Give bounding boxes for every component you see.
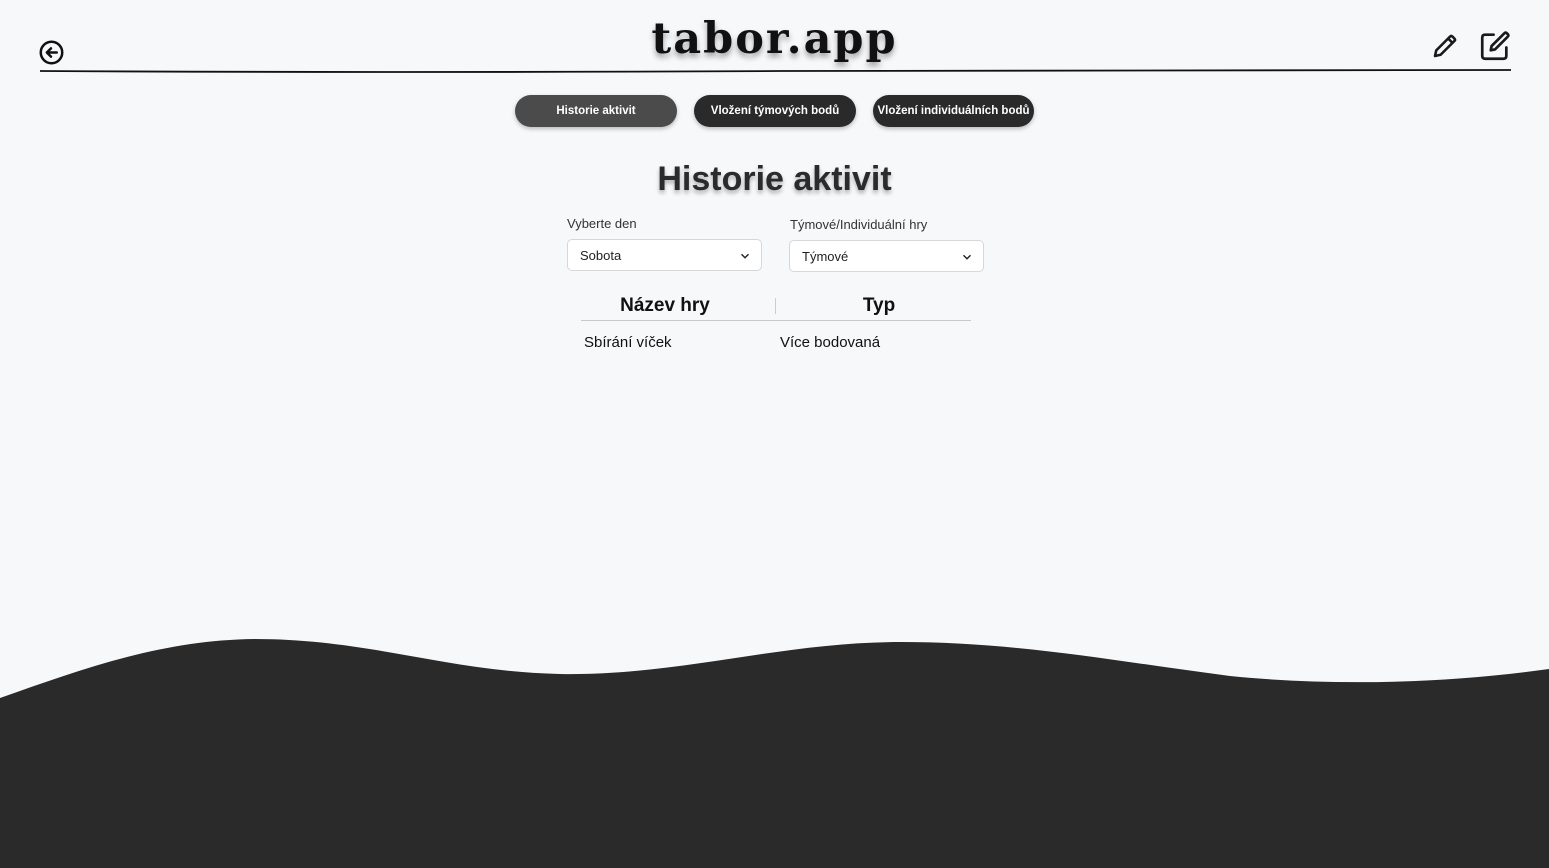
mode-select-value: Týmové (802, 248, 849, 264)
footer-wave (0, 639, 1549, 868)
edit-button[interactable] (1478, 29, 1512, 63)
tab-historie-aktivit[interactable]: Historie aktivit (515, 95, 677, 127)
column-header-name: Název hry (620, 295, 710, 316)
column-divider (775, 298, 776, 314)
table-cell-type: Více bodovaná (780, 334, 881, 351)
page-title: Historie aktivit (657, 160, 892, 198)
tab-vlozeni-tymovych-bodu[interactable]: Vložení týmových bodů (694, 95, 856, 127)
table-cell-name: Sbírání víček (584, 334, 672, 351)
day-select[interactable]: Sobota (567, 239, 762, 271)
header: tabor.app (0, 0, 1549, 80)
day-select-label: Vyberte den (567, 216, 637, 231)
column-header-type: Typ (862, 295, 896, 316)
mode-select-label: Týmové/Individuální hry (790, 217, 928, 232)
pencil-button[interactable] (1430, 31, 1460, 61)
tab-vlozeni-individualnich-bodu[interactable]: Vložení individuálních bodů (873, 95, 1034, 127)
chevron-down-icon (963, 254, 971, 260)
tab-bar: Historie aktivit Vložení týmových bodů V… (0, 95, 1549, 127)
chevron-down-icon (741, 253, 749, 259)
edit-square-icon (1480, 31, 1510, 61)
mode-select[interactable]: Týmové (789, 240, 984, 272)
app-logo: tabor.app (651, 14, 898, 64)
day-select-value: Sobota (580, 247, 622, 263)
pencil-icon (1433, 34, 1457, 58)
table-header-divider (581, 320, 971, 321)
